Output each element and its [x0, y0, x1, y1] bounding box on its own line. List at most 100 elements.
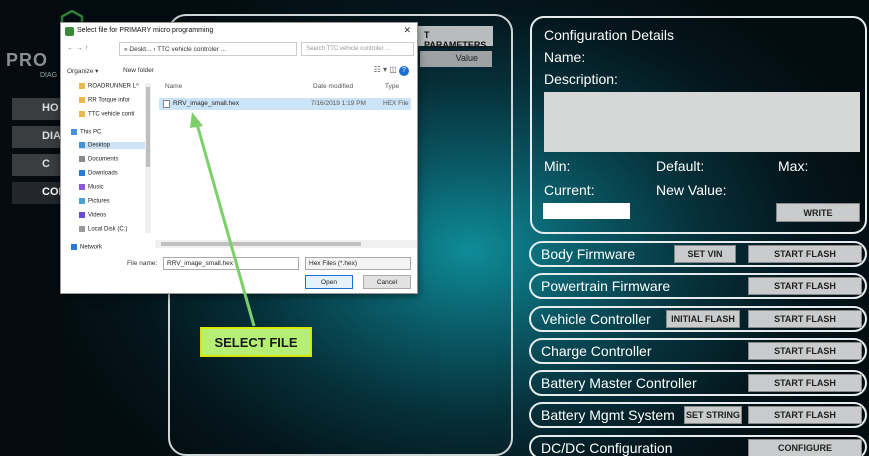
tree-item[interactable]: Documents: [79, 156, 118, 163]
nav-c-button[interactable]: C: [12, 154, 64, 176]
firmware-row-label: Powertrain Firmware: [541, 278, 671, 294]
tree-item[interactable]: Network: [71, 244, 102, 251]
firmware-row-dcdc: DC/DC Configuration CONFIGURE: [529, 435, 867, 456]
config-min-label: Min:: [544, 158, 571, 174]
description-textarea[interactable]: [544, 92, 860, 152]
brand-subtitle: DIAG: [40, 72, 58, 79]
set-string-button[interactable]: SET STRING: [684, 406, 742, 424]
firmware-row-label: Body Firmware: [541, 246, 636, 262]
firmware-row-battery-master: Battery Master Controller START FLASH: [529, 370, 867, 396]
config-new-value-label: New Value:: [656, 182, 727, 198]
firmware-row-label: DC/DC Configuration: [541, 440, 673, 456]
tree-item-label: Documents: [88, 156, 119, 163]
close-icon[interactable]: ✕: [403, 25, 411, 36]
config-description-label: Description:: [544, 71, 618, 87]
folder-icon: [79, 83, 85, 89]
firmware-row-vehicle-controller: Vehicle Controller INITIAL FLASH START F…: [529, 306, 867, 332]
firmware-row-powertrain: Powertrain Firmware START FLASH: [529, 273, 867, 299]
tree-item[interactable]: This PC: [71, 129, 101, 136]
firmware-row-battery-mgmt: Battery Mgmt System SET STRING START FLA…: [529, 402, 867, 428]
start-flash-button[interactable]: START FLASH: [748, 310, 862, 328]
firmware-row-body: Body Firmware SET VIN START FLASH: [529, 241, 867, 267]
nav-config-button[interactable]: CON: [12, 182, 66, 204]
tree-item[interactable]: Videos: [79, 212, 106, 219]
firmware-row-label: Charge Controller: [541, 343, 652, 359]
config-current-label: Current:: [544, 182, 595, 198]
start-flash-button[interactable]: START FLASH: [748, 245, 862, 263]
address-bar[interactable]: « Deskt... › TTC vehicle controler ...: [119, 42, 297, 56]
desktop-icon: [79, 142, 85, 148]
new-folder-button[interactable]: New folder: [123, 67, 154, 74]
pictures-icon: [79, 198, 85, 204]
select-file-callout: SELECT FILE: [200, 327, 312, 357]
help-icon[interactable]: ?: [399, 66, 409, 76]
tree-item-label: This PC: [80, 129, 102, 136]
view-options-icon[interactable]: ☷ ▾ ◫: [374, 65, 397, 74]
computer-icon: [71, 129, 77, 135]
tree-item-label: TTC vehicle conti: [88, 111, 135, 118]
app-icon: [65, 27, 74, 36]
initial-flash-button[interactable]: INITIAL FLASH: [666, 310, 740, 328]
view-options[interactable]: ☷ ▾ ◫ ?: [374, 65, 409, 76]
tree-item-label: Music: [88, 184, 104, 191]
disk-icon: [79, 226, 85, 232]
config-max-label: Max:: [778, 158, 809, 174]
tree-item-label: Desktop: [88, 142, 111, 149]
tree-item[interactable]: Local Disk (C:): [79, 226, 127, 233]
music-icon: [79, 184, 85, 190]
new-value-input[interactable]: [543, 203, 630, 219]
file-name-input[interactable]: RRV_image_small.hex: [163, 257, 299, 270]
folder-icon: [79, 97, 85, 103]
column-header-date[interactable]: Date modified: [313, 83, 353, 90]
column-header-type[interactable]: Type: [385, 83, 399, 90]
nav-diagnostics-button[interactable]: DIA: [12, 126, 64, 148]
folder-tree: ROADRUNNER L^ RR Torque infor TTC vehicl…: [65, 81, 151, 251]
file-open-dialog: Select file for PRIMARY micro programmin…: [60, 22, 418, 294]
tree-item[interactable]: TTC vehicle conti: [79, 111, 134, 118]
search-input[interactable]: Search TTC vehicle controler ...: [301, 42, 414, 56]
start-flash-button[interactable]: START FLASH: [748, 406, 862, 424]
column-header-name[interactable]: Name: [165, 83, 182, 90]
firmware-row-charge-controller: Charge Controller START FLASH: [529, 338, 867, 364]
dialog-title: Select file for PRIMARY micro programmin…: [77, 27, 214, 34]
set-vin-button[interactable]: SET VIN: [674, 245, 736, 263]
open-button[interactable]: Open: [305, 275, 353, 289]
tree-item-label: Downloads: [88, 170, 118, 177]
tree-item[interactable]: Downloads: [79, 170, 118, 177]
tree-item[interactable]: RR Torque infor: [79, 97, 130, 104]
nav-home-button[interactable]: HO: [12, 98, 64, 120]
configure-button[interactable]: CONFIGURE: [748, 439, 862, 456]
tree-item[interactable]: Music: [79, 184, 104, 191]
horizontal-scroll-thumb[interactable]: [161, 242, 361, 246]
documents-icon: [79, 156, 85, 162]
tree-item-label: Pictures: [88, 198, 110, 205]
value-column-header: Value: [420, 51, 492, 67]
file-type: HEX File: [383, 100, 409, 107]
tree-item[interactable]: Pictures: [79, 198, 110, 205]
firmware-row-label: Battery Master Controller: [541, 375, 697, 391]
nav-arrows-icon[interactable]: ← → ↑: [67, 45, 88, 52]
organize-button[interactable]: Organize ▾: [67, 67, 98, 75]
file-type-select[interactable]: Hex Files (*.hex): [305, 257, 411, 270]
config-default-label: Default:: [656, 158, 705, 174]
start-flash-button[interactable]: START FLASH: [748, 374, 862, 392]
parameters-button[interactable]: T PARAMETERS: [418, 26, 493, 50]
videos-icon: [79, 212, 85, 218]
downloads-icon: [79, 170, 85, 176]
cancel-button[interactable]: Cancel: [363, 275, 411, 289]
brand-logo-text: PRO: [6, 50, 49, 70]
tree-item-label: Network: [80, 244, 103, 251]
write-button[interactable]: WRITE: [776, 203, 860, 222]
tree-item-label: RR Torque infor: [88, 97, 130, 104]
folder-icon: [79, 111, 85, 117]
start-flash-button[interactable]: START FLASH: [748, 342, 862, 360]
tree-item-selected[interactable]: Desktop: [79, 142, 145, 149]
file-date: 7/16/2019 1:19 PM: [311, 100, 366, 107]
tree-item-label: ROADRUNNER L^: [88, 83, 139, 90]
firmware-row-label: Battery Mgmt System: [541, 407, 675, 423]
tree-item-label: Videos: [88, 212, 107, 219]
file-row[interactable]: RRV_image_small.hex 7/16/2019 1:19 PM HE…: [159, 98, 411, 110]
start-flash-button[interactable]: START FLASH: [748, 277, 862, 295]
file-name: RRV_image_small.hex: [173, 100, 239, 107]
tree-item[interactable]: ROADRUNNER L^: [79, 83, 139, 90]
